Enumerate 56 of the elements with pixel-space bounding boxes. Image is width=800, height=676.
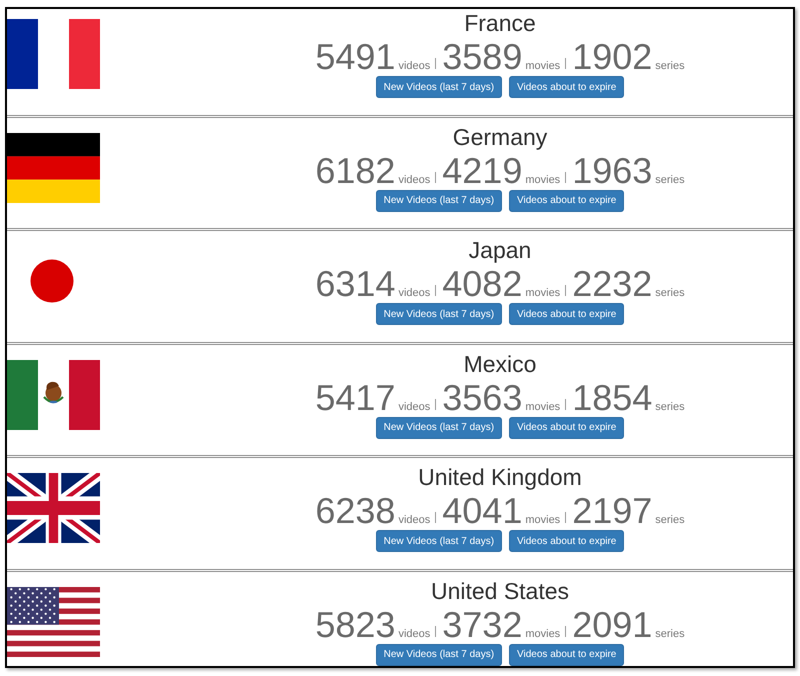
count-value: 1854 <box>572 380 652 416</box>
count-label: videos <box>398 628 430 640</box>
count-label: videos <box>398 60 430 72</box>
country-name: Germany <box>452 124 548 150</box>
count-label: movies <box>525 400 560 412</box>
new-videos-button[interactable]: New Videos (last 7 days) <box>376 190 502 212</box>
new-videos-button[interactable]: New Videos (last 7 days) <box>376 416 502 438</box>
count-label: videos <box>398 287 430 299</box>
count-value: 4082 <box>442 266 522 302</box>
expiring-videos-button[interactable]: Videos about to expire <box>509 416 624 438</box>
count-label: series <box>655 174 685 186</box>
new-videos-button[interactable]: New Videos (last 7 days) <box>376 76 502 98</box>
expiring-videos-button[interactable]: Videos about to expire <box>509 190 624 212</box>
count-value: 1902 <box>572 39 652 75</box>
country-name: Japan <box>468 237 532 263</box>
count-value: 3589 <box>442 39 522 75</box>
count-value: 5491 <box>315 39 396 75</box>
count-value: 5823 <box>315 606 396 642</box>
country-name: United States <box>430 578 570 604</box>
count-value: 3732 <box>442 606 522 642</box>
count-label: videos <box>398 514 430 526</box>
count-label: series <box>655 514 685 526</box>
mexico-flag-icon <box>7 360 100 430</box>
count-value: 1963 <box>572 152 652 188</box>
new-videos-button[interactable]: New Videos (last 7 days) <box>376 644 502 666</box>
count-label: series <box>655 60 685 72</box>
count-value: 2091 <box>572 606 652 642</box>
count-value: 4219 <box>442 152 522 188</box>
count-label: videos <box>398 400 430 412</box>
expiring-videos-button[interactable]: Videos about to expire <box>509 644 624 666</box>
count-value: 2232 <box>572 266 652 302</box>
count-label: series <box>655 628 685 640</box>
count-value: 6238 <box>315 493 396 529</box>
count-label: movies <box>525 628 560 640</box>
country-name: Mexico <box>464 350 536 376</box>
count-value: 3563 <box>442 380 522 416</box>
new-videos-button[interactable]: New Videos (last 7 days) <box>376 530 502 552</box>
france-flag-icon <box>7 19 100 89</box>
count-value: 6314 <box>315 266 396 302</box>
new-videos-button[interactable]: New Videos (last 7 days) <box>376 303 502 325</box>
count-value: 5417 <box>315 380 396 416</box>
expiring-videos-button[interactable]: Videos about to expire <box>509 303 624 325</box>
country-name: United Kingdom <box>418 464 582 490</box>
count-label: movies <box>525 287 560 299</box>
count-label: movies <box>525 514 560 526</box>
count-value: 2197 <box>572 493 652 529</box>
country-name: France <box>464 10 536 36</box>
count-label: movies <box>525 174 560 186</box>
count-value: 4041 <box>442 493 522 529</box>
count-value: 6182 <box>315 152 396 188</box>
expiring-videos-button[interactable]: Videos about to expire <box>509 76 624 98</box>
count-label: movies <box>525 60 560 72</box>
count-label: series <box>655 400 685 412</box>
count-label: series <box>655 287 685 299</box>
expiring-videos-button[interactable]: Videos about to expire <box>509 530 624 552</box>
count-label: videos <box>398 174 430 186</box>
